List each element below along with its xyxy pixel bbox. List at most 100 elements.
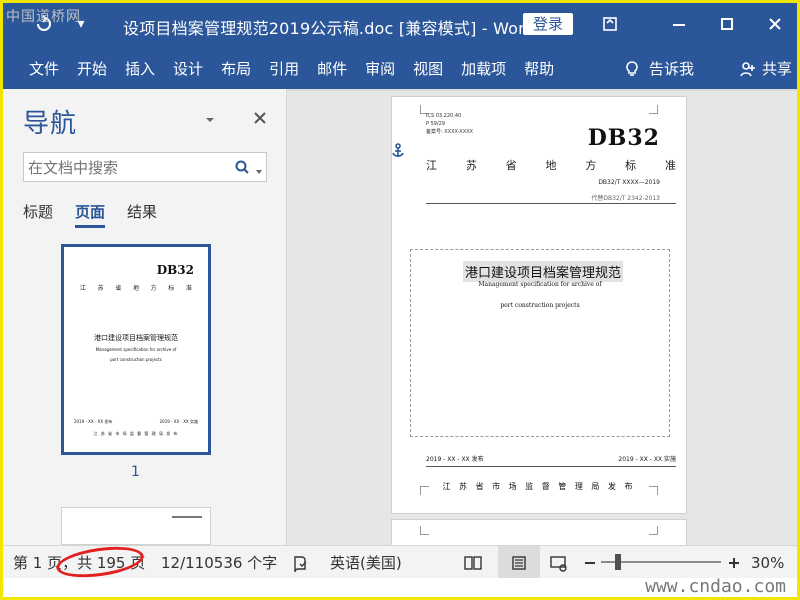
- ribbon-display-options-button[interactable]: [598, 13, 622, 35]
- minimize-button[interactable]: [667, 13, 691, 35]
- read-mode-button[interactable]: [463, 546, 483, 579]
- document-title-en-line2: port construction projects: [500, 302, 580, 309]
- ribbon-options-icon: [603, 17, 617, 31]
- search-input[interactable]: [26, 156, 228, 180]
- page-thumbnail-2[interactable]: [61, 507, 211, 545]
- tell-me-label: 告诉我: [649, 60, 695, 78]
- zoom-out-button[interactable]: [583, 546, 597, 579]
- publisher-line: 江 苏 省 市 场 监 督 管 理 局 发 布: [442, 482, 636, 491]
- tab-file[interactable]: 文件: [29, 58, 59, 79]
- title-bar: ▾ 设项目档案管理规范2019公示稿.doc [兼容模式] - Word 登录: [3, 3, 797, 47]
- page-2-corner-tr: [649, 526, 658, 535]
- share-label: 共享: [762, 60, 793, 78]
- thumbnail-2-mark: [172, 516, 202, 518]
- standard-title-char-4: 地: [545, 159, 557, 172]
- minus-icon: [585, 561, 595, 564]
- navigation-search[interactable]: [23, 152, 267, 182]
- p-line: P 59/29: [426, 121, 446, 127]
- navigation-tab-headings[interactable]: 标题: [23, 201, 53, 228]
- document-page-1[interactable]: ICS 03.220.40 P 59/29 备案号: XXXX-XXXX DB3…: [391, 96, 687, 514]
- standard-title-row: 江 苏 省 地 方 标 准: [426, 157, 676, 173]
- standard-title-char-1: 江: [426, 159, 437, 172]
- zoom-slider-thumb[interactable]: [615, 554, 621, 570]
- close-button[interactable]: [763, 13, 787, 35]
- lightbulb-icon: [626, 60, 638, 76]
- tab-home[interactable]: 开始: [77, 58, 107, 79]
- print-layout-icon: [512, 555, 526, 570]
- share-button[interactable]: 共享: [738, 58, 792, 79]
- page-thumbnail-1[interactable]: DB32 江苏省地方标准 港口建设项目档案管理规范 Management spe…: [61, 244, 211, 455]
- read-mode-icon: [464, 555, 482, 570]
- anchor-icon: [389, 142, 407, 160]
- ics-line: ICS 03.220.40: [426, 113, 462, 119]
- navigation-pane: 导航 标题 页面 结果: [3, 89, 287, 545]
- navigation-title: 导航: [23, 109, 78, 139]
- window-title: 设项目档案管理规范2019公示稿.doc [兼容模式] - Word: [123, 19, 535, 38]
- main-area: 导航 标题 页面 结果: [3, 89, 797, 549]
- thumbnail-publisher: 江 苏 省 市 场 监 督 管 理 局 发 布: [93, 431, 179, 436]
- book-check-icon: [294, 555, 307, 572]
- tab-addins[interactable]: 加载项: [461, 58, 506, 79]
- navigation-tabs: 标题 页面 结果: [23, 201, 157, 228]
- web-layout-icon: [550, 555, 567, 572]
- navigation-tab-pages[interactable]: 页面: [75, 201, 106, 228]
- search-dropdown-icon[interactable]: [254, 162, 264, 174]
- web-layout-button[interactable]: [548, 546, 568, 579]
- standard-number: DB32/T XXXX—2019: [598, 179, 660, 186]
- standard-title-char-5: 方: [585, 159, 597, 172]
- document-title-cn: 港口建设项目档案管理规范: [463, 261, 624, 282]
- standard-title-char-6: 标: [625, 159, 637, 172]
- tab-mailings[interactable]: 邮件: [317, 58, 347, 79]
- tab-references[interactable]: 引用: [269, 58, 299, 79]
- close-icon: [254, 112, 266, 124]
- tab-insert[interactable]: 插入: [125, 58, 155, 79]
- zoom-in-button[interactable]: [727, 546, 741, 579]
- db-code: DB32: [587, 125, 660, 151]
- thumbnail-title-en-2: port construction projects: [110, 357, 162, 362]
- navigation-options-button[interactable]: [201, 111, 219, 129]
- header-rule: [426, 203, 676, 204]
- tab-view[interactable]: 视图: [413, 58, 443, 79]
- thumbnail-page-number: 1: [131, 464, 140, 480]
- share-user-icon: [740, 61, 755, 76]
- ribbon-tabs: 文件 开始 插入 设计 布局 引用 邮件 审阅 视图 加载项 帮助: [3, 47, 554, 89]
- maximize-button[interactable]: [715, 13, 739, 35]
- thumbnail-title-en-1: Management specification for archive of: [95, 347, 177, 352]
- tab-layout[interactable]: 布局: [221, 58, 251, 79]
- status-word-count[interactable]: 12/110536 个字: [161, 546, 277, 579]
- page-corner-tr: [649, 105, 658, 114]
- tab-design[interactable]: 设计: [173, 58, 203, 79]
- release-row: 2019 - XX - XX 发布 2019 - XX - XX 实施: [426, 454, 676, 463]
- status-language[interactable]: 英语(美国): [330, 546, 402, 579]
- document-area[interactable]: ICS 03.220.40 P 59/29 备案号: XXXX-XXXX DB3…: [287, 89, 797, 549]
- zoom-percentage[interactable]: 30%: [751, 546, 784, 579]
- navigation-close-button[interactable]: [249, 107, 271, 129]
- minimize-icon: [673, 24, 685, 26]
- tab-help[interactable]: 帮助: [524, 58, 554, 79]
- print-layout-button[interactable]: [498, 546, 540, 579]
- implementation-date: 2019 - XX - XX 实施: [618, 456, 676, 463]
- tab-review[interactable]: 审阅: [365, 58, 395, 79]
- watermark-bottom-right: www.cndao.com: [645, 576, 786, 597]
- standard-title-char-3: 省: [505, 159, 517, 172]
- navigation-tab-results[interactable]: 结果: [127, 201, 157, 228]
- release-rule: [426, 466, 676, 467]
- search-icon[interactable]: [234, 159, 250, 175]
- watermark-top-left: 中国道桥网: [6, 9, 81, 25]
- standard-title-char-7: 准: [664, 159, 676, 172]
- document-title-en-line1: Management specification for archive of: [478, 281, 602, 288]
- standard-title-char-2: 苏: [465, 159, 477, 172]
- login-button[interactable]: 登录: [523, 13, 573, 35]
- chevron-down-icon: [206, 118, 214, 122]
- standard-replaces: 代替DB32/T 2342-2013: [591, 195, 660, 202]
- thumbnail-db-code: DB32: [156, 263, 194, 277]
- tell-me-box[interactable]: 告诉我: [623, 58, 694, 79]
- title-box: 港口建设项目档案管理规范 Management specification fo…: [410, 249, 670, 437]
- close-icon: [769, 18, 781, 30]
- thumbnail-standard-title: 江苏省地方标准: [80, 285, 192, 292]
- thumbnail-release-row: 2019 - XX - XX 发布 2019 - XX - XX 实施: [74, 419, 198, 424]
- thumbnail-content: DB32 江苏省地方标准 港口建设项目档案管理规范 Management spe…: [74, 257, 198, 442]
- document-top-shadow: [287, 89, 797, 91]
- proofing-button[interactable]: [292, 546, 310, 579]
- thumbnail-title-cn: 港口建设项目档案管理规范: [94, 334, 178, 342]
